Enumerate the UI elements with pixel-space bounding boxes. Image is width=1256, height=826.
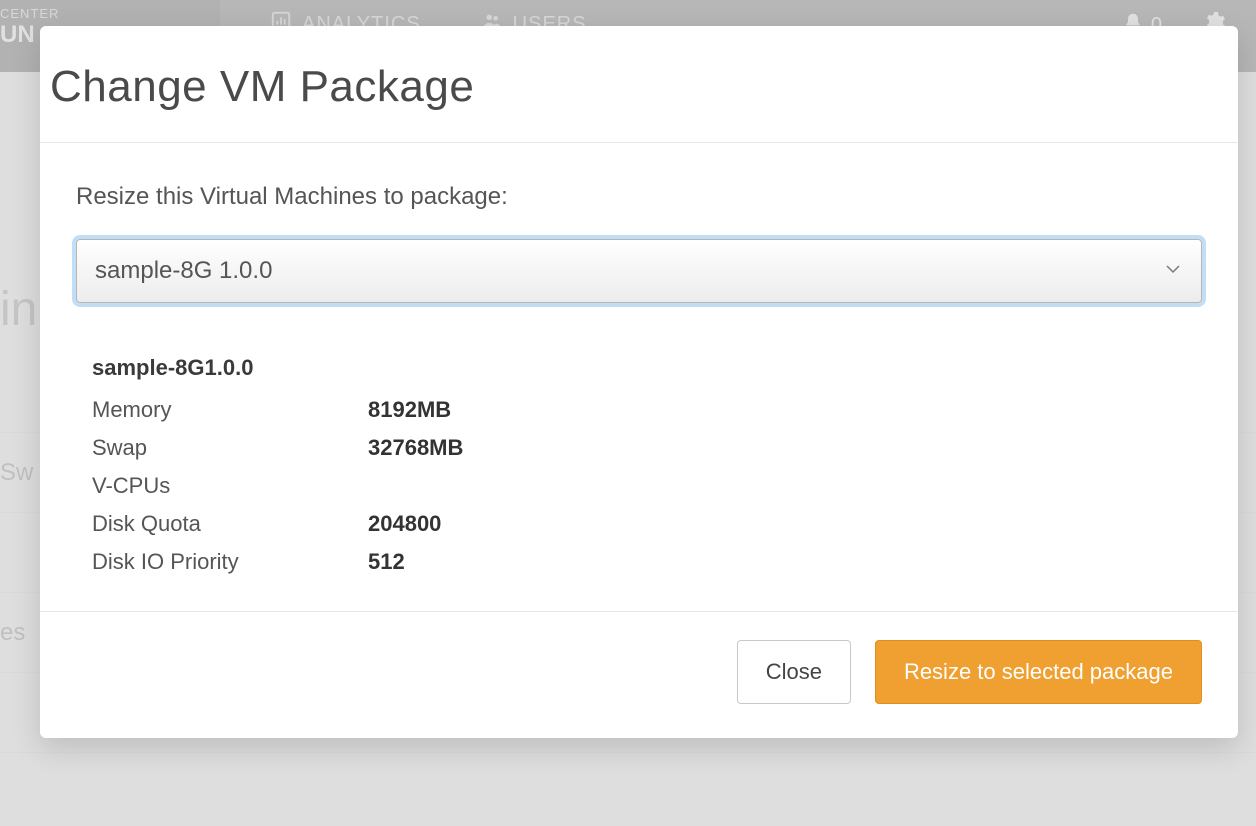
spec-label-memory: Memory — [92, 391, 368, 429]
spec-label-swap: Swap — [92, 429, 368, 467]
spec-value-disk-quota: 204800 — [368, 505, 441, 543]
resize-button[interactable]: Resize to selected package — [875, 640, 1202, 704]
package-select-value: sample-8G 1.0.0 — [95, 257, 272, 285]
close-button[interactable]: Close — [737, 640, 851, 704]
spec-value-memory: 8192MB — [368, 391, 451, 429]
spec-row-disk-io: Disk IO Priority 512 — [92, 543, 1202, 581]
modal-title: Change VM Package — [50, 62, 1202, 112]
modal-header: Change VM Package — [40, 26, 1238, 143]
package-select[interactable]: sample-8G 1.0.0 — [76, 239, 1202, 303]
spec-label-vcpus: V-CPUs — [92, 467, 368, 505]
spec-value-disk-io: 512 — [368, 543, 405, 581]
package-details: sample-8G1.0.0 Memory 8192MB Swap 32768M… — [76, 355, 1202, 581]
spec-label-disk-quota: Disk Quota — [92, 505, 368, 543]
resize-prompt: Resize this Virtual Machines to package: — [76, 183, 1202, 211]
spec-row-memory: Memory 8192MB — [92, 391, 1202, 429]
spec-row-swap: Swap 32768MB — [92, 429, 1202, 467]
change-vm-package-modal: Change VM Package Resize this Virtual Ma… — [40, 26, 1238, 738]
modal-footer: Close Resize to selected package — [40, 611, 1238, 738]
modal-body: Resize this Virtual Machines to package:… — [40, 143, 1238, 611]
spec-value-swap: 32768MB — [368, 429, 463, 467]
spec-label-disk-io: Disk IO Priority — [92, 543, 368, 581]
package-select-wrap: sample-8G 1.0.0 — [76, 239, 1202, 303]
package-title: sample-8G1.0.0 — [92, 355, 1202, 381]
spec-row-disk-quota: Disk Quota 204800 — [92, 505, 1202, 543]
spec-row-vcpus: V-CPUs — [92, 467, 1202, 505]
